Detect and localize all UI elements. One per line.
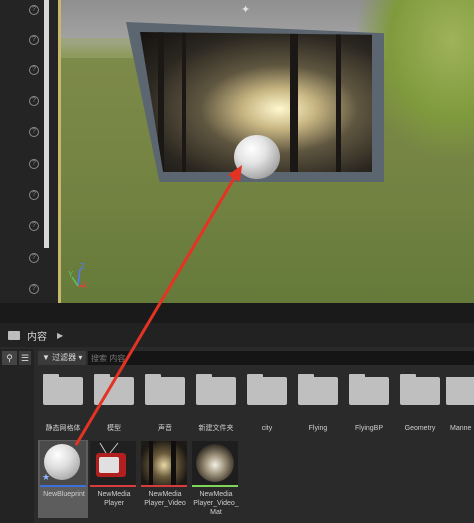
help-icon[interactable]: ?: [29, 5, 39, 15]
folder-label: Manne: [450, 425, 472, 432]
folder-icon: [446, 377, 474, 405]
details-scrollbar[interactable]: [44, 0, 49, 248]
folder-icon: [298, 374, 338, 405]
asset-label: NewMedia Player_Video_ Mat: [193, 491, 239, 516]
folder-item[interactable]: city: [243, 374, 291, 433]
axis-gizmo: Z Y X: [66, 262, 90, 292]
folder-icon: [247, 374, 287, 405]
help-icon[interactable]: ?: [29, 284, 39, 294]
help-icon[interactable]: ?: [29, 65, 39, 75]
asset-type-bar: [192, 485, 238, 487]
folder-icon: [400, 374, 440, 405]
video-thumbnail: [141, 441, 187, 485]
folder-label: Geometry: [404, 425, 436, 432]
asset-label: NewMedia Player_Video: [144, 491, 186, 507]
folder-label: 新建文件夹: [198, 425, 234, 432]
blueprint-thumbnail: ★: [40, 441, 86, 485]
asset-type-bar: [40, 485, 86, 487]
filter-label: 过滤器: [52, 353, 77, 362]
media-player-thumbnail: [90, 441, 136, 485]
help-icon[interactable]: ?: [29, 190, 39, 200]
light-actor-icon[interactable]: ✦: [241, 3, 253, 19]
blueprint-sphere-actor[interactable]: [234, 135, 280, 179]
folder-icon: [349, 374, 389, 405]
folder-label: 声音: [158, 425, 172, 432]
folder-icon: [8, 330, 20, 340]
search-input[interactable]: [88, 351, 474, 365]
details-panel-strip: ? ? ? ? ? ? ? ? ? ?: [0, 0, 58, 303]
folder-icon: [43, 374, 83, 405]
folder-item[interactable]: Flying: [294, 374, 342, 433]
folder-item[interactable]: FlyingBP: [345, 374, 393, 433]
asset-label: NewMedia Player: [97, 491, 131, 507]
help-icon[interactable]: ?: [29, 253, 39, 263]
sources-collapsed: [0, 349, 34, 523]
folder-label: FlyingBP: [354, 425, 383, 432]
content-browser-header: 内容 ▶: [0, 323, 474, 347]
filter-dropdown[interactable]: ▼ 过滤器 ▾: [38, 351, 87, 365]
help-icon[interactable]: ?: [29, 96, 39, 106]
content-browser-title[interactable]: 内容: [27, 328, 47, 343]
viewport-selection-edge: [58, 0, 61, 303]
sources-list-icon[interactable]: ☰: [19, 351, 31, 365]
folder-icon: [145, 374, 185, 405]
folder-label: city: [261, 425, 273, 432]
folder-item[interactable]: Manne: [446, 377, 474, 433]
level-viewport[interactable]: ✦ Z Y X: [58, 0, 474, 303]
chevron-right-icon[interactable]: ▶: [57, 331, 63, 340]
asset-label: NewBlueprint: [43, 491, 85, 498]
search-icon[interactable]: ⚲: [2, 351, 17, 365]
panel-separator: [0, 303, 474, 323]
folder-label: Flying: [308, 425, 328, 432]
asset-type-bar: [90, 485, 136, 487]
folder-label: 静态网格体: [45, 425, 81, 432]
folder-item[interactable]: 新建文件夹: [192, 374, 240, 433]
help-icon[interactable]: ?: [29, 159, 39, 169]
folder-item[interactable]: 模型: [90, 374, 138, 433]
folder-item[interactable]: 静态网格体: [39, 374, 87, 433]
asset-item-selected[interactable]: ★ NewBlueprint: [40, 441, 88, 499]
folder-icon: [196, 374, 236, 405]
asset-item[interactable]: NewMedia Player_Video: [141, 441, 189, 508]
folder-item[interactable]: Geometry: [396, 374, 444, 433]
content-browser: 内容 ▶ ⚲ ☰ ▼ 过滤器 ▾ 静态网格体 模型 声音 新建文件夹 city: [0, 303, 474, 523]
help-icon[interactable]: ?: [29, 127, 39, 137]
folder-item[interactable]: 声音: [141, 374, 189, 433]
help-icon[interactable]: ?: [29, 221, 39, 231]
asset-item[interactable]: NewMedia Player_Video_ Mat: [192, 441, 240, 517]
folder-icon: [94, 374, 134, 405]
help-icon[interactable]: ?: [29, 35, 39, 45]
material-thumbnail: [192, 441, 238, 485]
folder-label: 模型: [107, 425, 121, 432]
asset-item[interactable]: NewMedia Player: [90, 441, 138, 508]
asset-type-bar: [141, 485, 187, 487]
